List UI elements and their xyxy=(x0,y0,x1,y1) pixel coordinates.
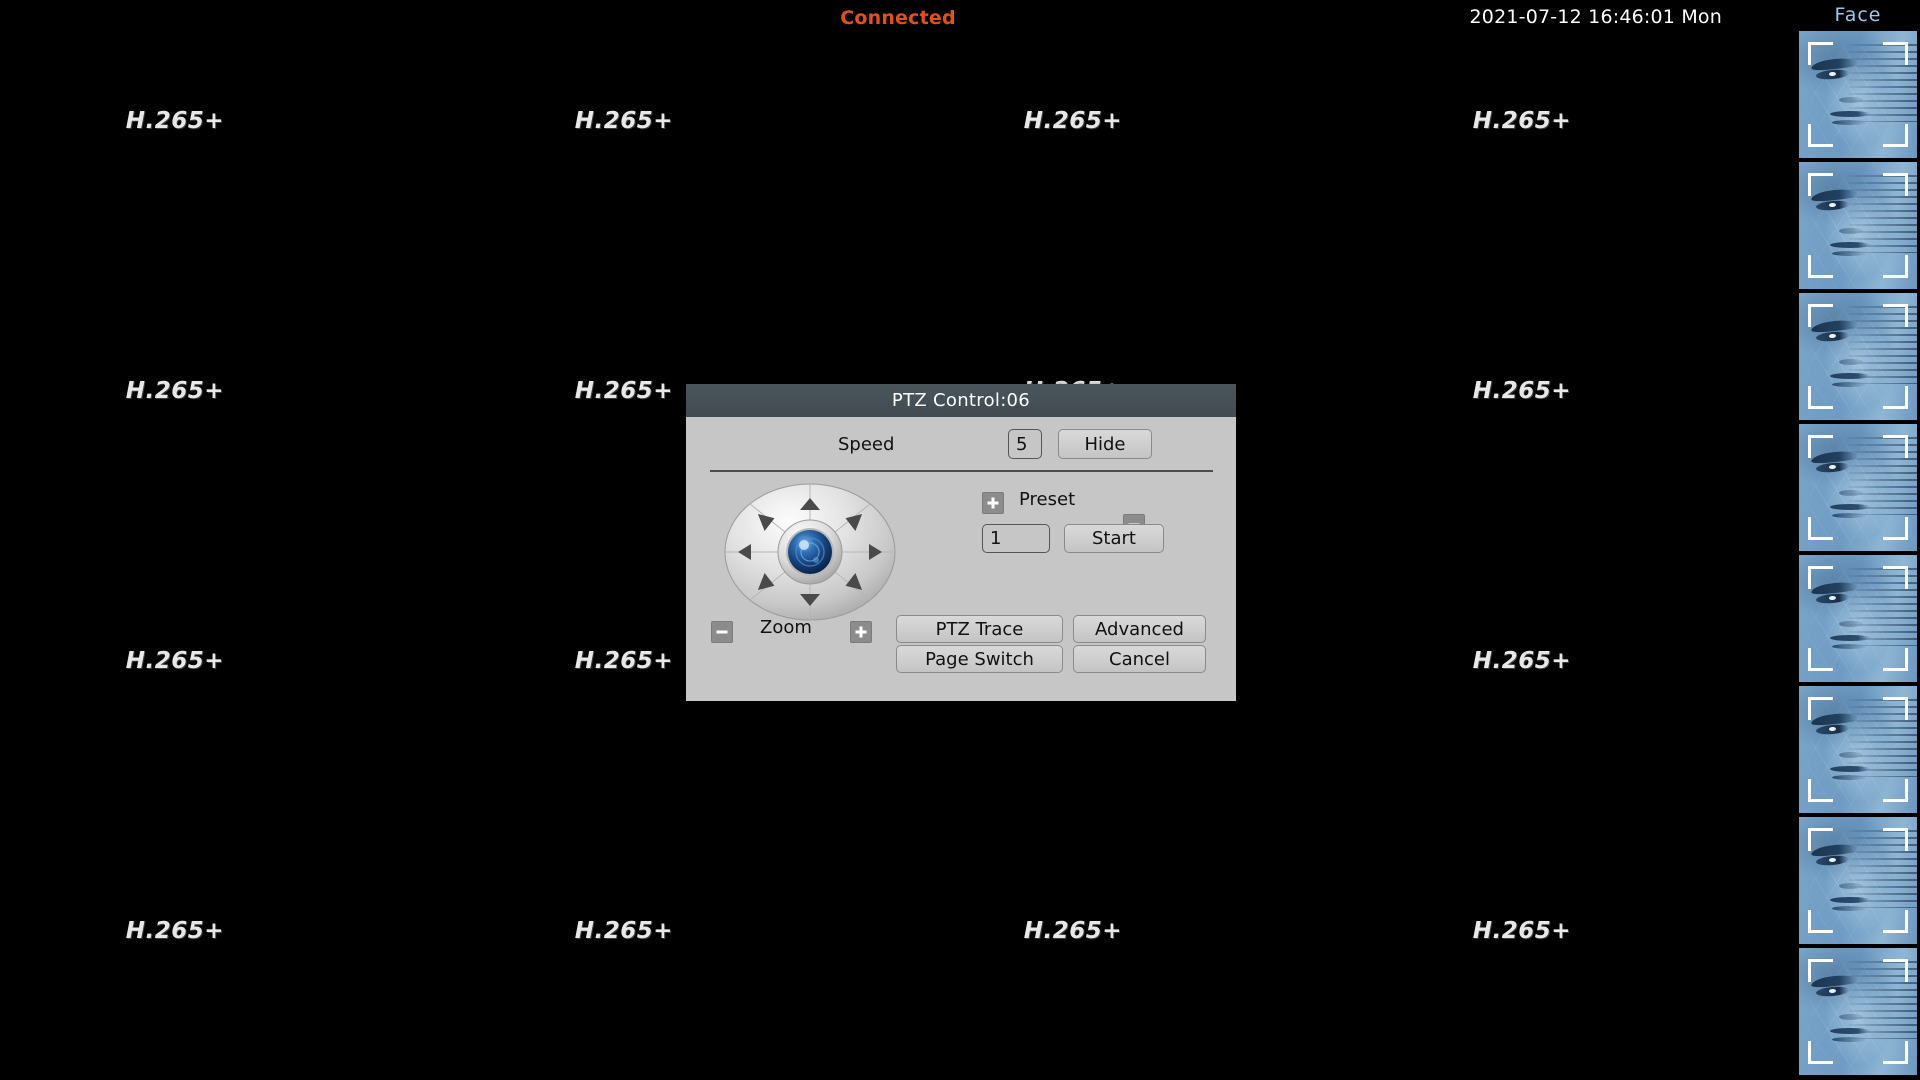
speed-input[interactable]: 5 xyxy=(1008,429,1042,459)
zoom-out-button[interactable] xyxy=(711,621,733,643)
section-divider xyxy=(710,470,1213,472)
detection-bracket-icon xyxy=(1808,386,1833,409)
detection-bracket-icon xyxy=(1883,697,1908,720)
face-lower-lip xyxy=(1832,774,1868,780)
detection-bracket-icon xyxy=(1808,910,1833,933)
ptz-direction-pad[interactable] xyxy=(724,483,896,621)
detection-bracket-icon xyxy=(1808,697,1833,720)
codec-badge: H.265+ xyxy=(574,378,673,404)
face-lower-lip xyxy=(1832,1036,1868,1042)
codec-badge: H.265+ xyxy=(125,108,224,134)
detection-bracket-icon xyxy=(1883,435,1908,458)
codec-badge: H.265+ xyxy=(125,378,224,404)
face-thumbnail[interactable] xyxy=(1799,162,1917,289)
speed-label: Speed xyxy=(838,434,895,455)
face-thumbnail[interactable] xyxy=(1799,817,1917,944)
detection-bracket-icon xyxy=(1883,42,1908,65)
codec-badge: H.265+ xyxy=(574,108,673,134)
system-datetime-label: 2021-07-12 16:46:01 Mon xyxy=(1469,6,1722,28)
codec-badge: H.265+ xyxy=(125,648,224,674)
ptz-trace-button[interactable]: PTZ Trace xyxy=(896,615,1063,643)
preset-label: Preset xyxy=(1019,489,1076,510)
codec-badge: H.265+ xyxy=(1472,378,1571,404)
detection-bracket-icon xyxy=(1808,828,1833,851)
detection-bracket-icon xyxy=(1883,304,1908,327)
direction-pad-graphic xyxy=(724,483,896,621)
detection-bracket-icon xyxy=(1808,304,1833,327)
detection-bracket-icon xyxy=(1808,173,1833,196)
zoom-in-button[interactable] xyxy=(850,621,872,643)
detection-bracket-icon xyxy=(1808,517,1833,540)
advanced-button[interactable]: Advanced xyxy=(1073,615,1206,643)
preset-start-button[interactable]: Start xyxy=(1064,524,1164,553)
hide-button[interactable]: Hide xyxy=(1058,429,1152,459)
detection-bracket-icon xyxy=(1883,828,1908,851)
face-thumbnail[interactable] xyxy=(1799,424,1917,551)
codec-badge: H.265+ xyxy=(1023,918,1122,944)
channel-cell[interactable]: H.265+ xyxy=(898,810,1347,1080)
face-thumbnail[interactable] xyxy=(1799,948,1917,1075)
zoom-label: Zoom xyxy=(760,617,812,638)
face-capture-panel: Face xyxy=(1796,0,1920,1080)
face-thumbnail[interactable] xyxy=(1799,293,1917,420)
detection-bracket-icon xyxy=(1883,910,1908,933)
detection-bracket-icon xyxy=(1883,1041,1908,1064)
codec-badge: H.265+ xyxy=(574,918,673,944)
face-lower-lip xyxy=(1832,381,1868,387)
detection-bracket-icon xyxy=(1808,42,1833,65)
detection-bracket-icon xyxy=(1808,959,1833,982)
detection-bracket-icon xyxy=(1883,386,1908,409)
detection-bracket-icon xyxy=(1883,648,1908,671)
detection-bracket-icon xyxy=(1883,779,1908,802)
face-lower-lip xyxy=(1832,512,1868,518)
detection-bracket-icon xyxy=(1808,648,1833,671)
detection-bracket-icon xyxy=(1808,435,1833,458)
ptz-dialog-titlebar[interactable]: PTZ Control:06 xyxy=(686,384,1236,417)
channel-cell[interactable]: H.265+ xyxy=(0,540,449,810)
face-lower-lip xyxy=(1832,643,1868,649)
preset-increment-button[interactable] xyxy=(982,492,1004,514)
channel-cell[interactable]: H.265+ xyxy=(0,810,449,1080)
face-thumbnail[interactable] xyxy=(1799,555,1917,682)
codec-badge: H.265+ xyxy=(574,648,673,674)
face-lower-lip xyxy=(1832,905,1868,911)
ptz-dialog-title: PTZ Control:06 xyxy=(891,390,1031,411)
detection-bracket-icon xyxy=(1808,1041,1833,1064)
preset-input[interactable]: 1 xyxy=(982,524,1050,553)
speed-row: Speed 5 Hide xyxy=(686,429,1236,463)
detection-bracket-icon xyxy=(1883,566,1908,589)
channel-cell[interactable]: H.265+ xyxy=(0,270,449,540)
ptz-dialog-body: Speed 5 Hide Preset 1 Start Zoom PTZ Tra… xyxy=(686,417,1236,701)
codec-badge: H.265+ xyxy=(1472,108,1571,134)
detection-bracket-icon xyxy=(1808,779,1833,802)
cancel-button[interactable]: Cancel xyxy=(1073,645,1206,673)
detection-bracket-icon xyxy=(1883,517,1908,540)
codec-badge: H.265+ xyxy=(125,918,224,944)
detection-bracket-icon xyxy=(1808,566,1833,589)
face-lower-lip xyxy=(1832,250,1868,256)
codec-badge: H.265+ xyxy=(1472,648,1571,674)
face-panel-title: Face xyxy=(1834,4,1882,26)
ptz-control-dialog: PTZ Control:06 Speed 5 Hide Preset 1 Sta… xyxy=(686,384,1236,701)
detection-bracket-icon xyxy=(1883,173,1908,196)
detection-bracket-icon xyxy=(1808,124,1833,147)
nvr-live-view-screen: H.265+ H.265+ H.265+ H.265+ H.265+ H.265… xyxy=(0,0,1920,1080)
detection-bracket-icon xyxy=(1883,124,1908,147)
channel-cell[interactable]: H.265+ xyxy=(449,810,898,1080)
page-switch-button[interactable]: Page Switch xyxy=(896,645,1063,673)
face-thumbnail[interactable] xyxy=(1799,31,1917,158)
face-thumbnail-list xyxy=(1796,31,1920,1075)
face-thumbnail[interactable] xyxy=(1799,686,1917,813)
codec-badge: H.265+ xyxy=(1023,108,1122,134)
detection-bracket-icon xyxy=(1883,959,1908,982)
detection-bracket-icon xyxy=(1883,255,1908,278)
top-status-bar: Connected 2021-07-12 16:46:01 Mon xyxy=(0,0,1796,42)
channel-cell[interactable]: H.265+ xyxy=(1347,810,1796,1080)
channel-cell[interactable]: H.265+ xyxy=(1347,540,1796,810)
detection-bracket-icon xyxy=(1808,255,1833,278)
channel-cell[interactable]: H.265+ xyxy=(1347,270,1796,540)
face-lower-lip xyxy=(1832,119,1868,125)
codec-badge: H.265+ xyxy=(1472,918,1571,944)
